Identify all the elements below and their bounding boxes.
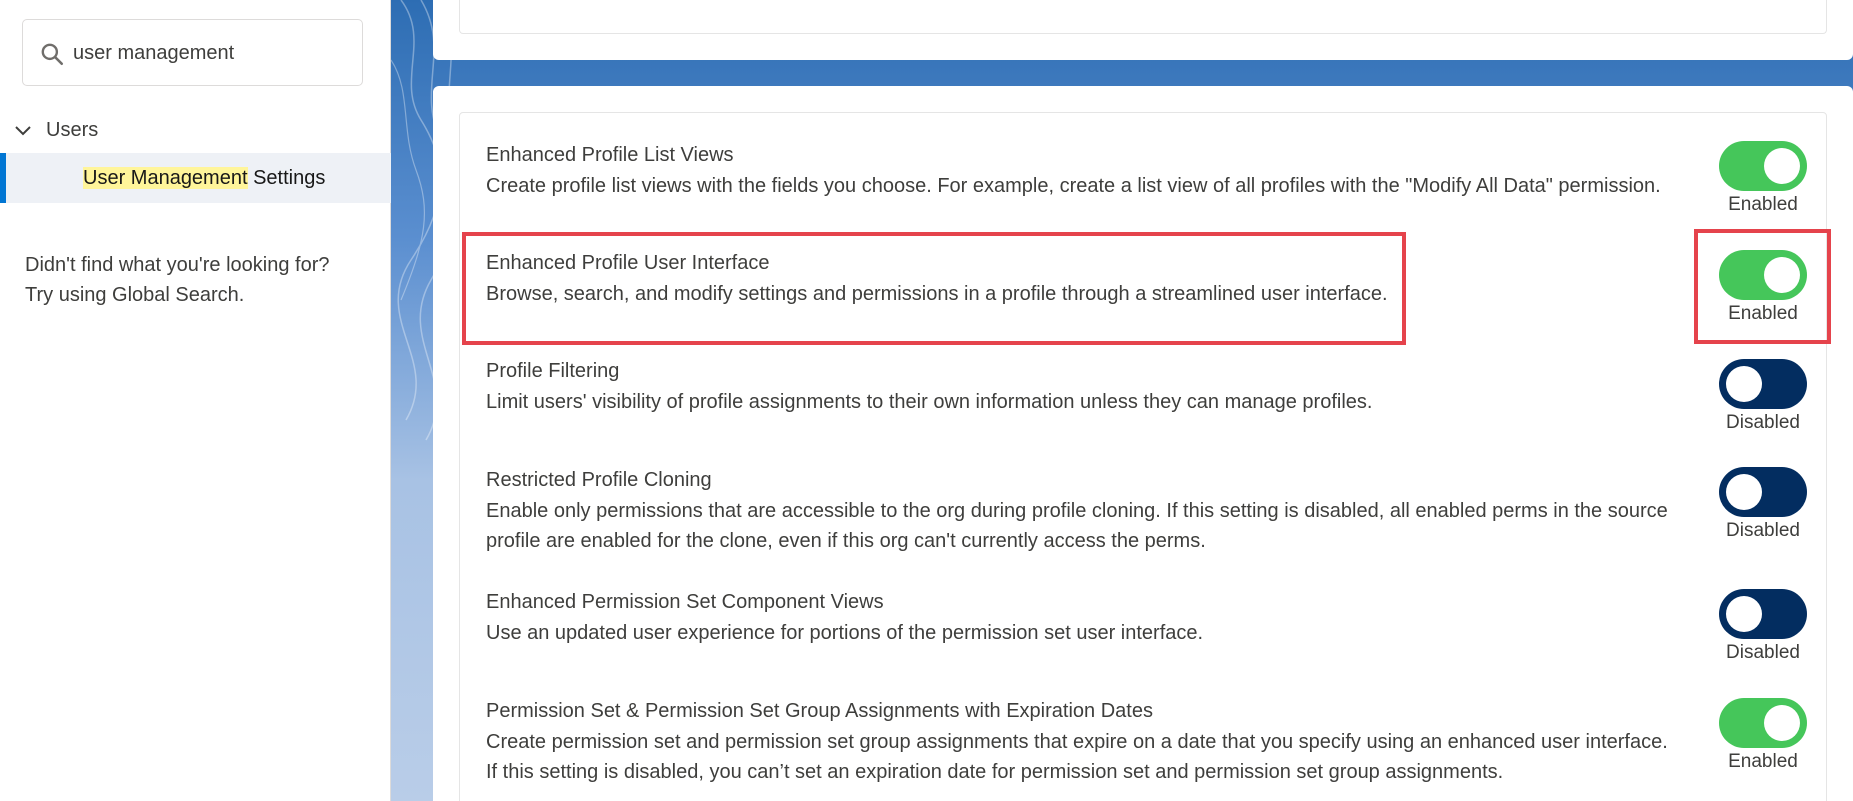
quick-find-box[interactable]	[22, 19, 363, 86]
setting-title: Enhanced Permission Set Component Views	[486, 591, 884, 613]
setting-title: Permission Set & Permission Set Group As…	[486, 700, 1153, 722]
setting-title: Profile Filtering	[486, 360, 620, 382]
toggle-group-enhanced-profile-list-views: Enabled	[1718, 141, 1808, 217]
setup-sidebar: Users User Management Settings Didn't fi…	[0, 0, 391, 801]
help-line-2: Try using Global Search.	[25, 284, 245, 306]
toggle-knob	[1726, 596, 1762, 632]
setting-title: Restricted Profile Cloning	[486, 469, 712, 491]
toggle-switch-enhanced-profile-user-interface[interactable]	[1719, 250, 1807, 300]
setting-row-profile-filtering: Profile Filtering Limit users' visibilit…	[486, 357, 1826, 417]
toggle-group-enhanced-profile-user-interface: Enabled	[1718, 250, 1808, 326]
toggle-group-permission-set-expiration-dates: Enabled	[1718, 698, 1808, 774]
setting-description-line-2: profile are enabled for the clone, even …	[486, 530, 1206, 552]
help-line-1: Didn't find what you're looking for?	[25, 254, 330, 276]
setting-title: Enhanced Profile List Views	[486, 144, 734, 166]
toggle-knob	[1726, 366, 1762, 402]
tree-item-user-management-settings[interactable]: User Management Settings	[0, 153, 391, 203]
setting-description-line-2: If this setting is disabled, you can’t s…	[486, 761, 1504, 783]
toggle-switch-permission-set-expiration-dates[interactable]	[1719, 698, 1807, 748]
setting-description-line-1: Create permission set and permission set…	[486, 731, 1668, 753]
setting-description: Limit users' visibility of profile assig…	[486, 391, 1373, 413]
toggle-status-label: Enabled	[1728, 303, 1798, 324]
toggle-knob	[1764, 705, 1800, 741]
toggle-status-label: Disabled	[1726, 412, 1800, 433]
chevron-down-icon[interactable]	[14, 122, 32, 140]
setting-row-permission-set-expiration-dates: Permission Set & Permission Set Group As…	[486, 697, 1826, 787]
quick-find-input[interactable]	[73, 34, 353, 72]
search-match-highlight: User Management	[83, 167, 248, 189]
setting-description: Create permission set and permission set…	[486, 727, 1826, 787]
setting-description: Enable only permissions that are accessi…	[486, 496, 1826, 556]
toggle-knob	[1726, 474, 1762, 510]
search-icon	[41, 43, 64, 66]
setting-description-line-1: Enable only permissions that are accessi…	[486, 500, 1668, 522]
toggle-group-enhanced-permission-set-component-views: Disabled	[1718, 589, 1808, 665]
tree-item-label-rest: Settings	[247, 167, 326, 189]
setting-title: Enhanced Profile User Interface	[486, 252, 770, 274]
tree-node-label: Users	[46, 119, 99, 141]
toggle-switch-profile-filtering[interactable]	[1719, 359, 1807, 409]
toggle-switch-restricted-profile-cloning[interactable]	[1719, 467, 1807, 517]
tree-node-users[interactable]: Users	[0, 110, 391, 150]
toggle-group-restricted-profile-cloning: Disabled	[1718, 467, 1808, 543]
toggle-knob	[1764, 148, 1800, 184]
toggle-knob	[1764, 257, 1800, 293]
toggle-switch-enhanced-profile-list-views[interactable]	[1719, 141, 1807, 191]
tree-item-label: User Management Settings	[83, 167, 325, 190]
toggle-status-label: Enabled	[1728, 194, 1798, 215]
setting-row-enhanced-permission-set-component-views: Enhanced Permission Set Component Views …	[486, 588, 1826, 648]
setting-description: Create profile list views with the field…	[486, 175, 1661, 197]
toggle-status-label: Disabled	[1726, 520, 1800, 541]
previous-setting-row	[459, 0, 1827, 34]
toggle-switch-enhanced-permission-set-component-views[interactable]	[1719, 589, 1807, 639]
toggle-status-label: Disabled	[1726, 642, 1800, 663]
setting-description: Browse, search, and modify settings and …	[486, 283, 1388, 305]
toggle-status-label: Enabled	[1728, 751, 1798, 772]
search-help-text: Didn't find what you're looking for? Try…	[25, 250, 365, 310]
setting-row-enhanced-profile-user-interface: Enhanced Profile User Interface Browse, …	[486, 249, 1826, 309]
setting-row-enhanced-profile-list-views: Enhanced Profile List Views Create profi…	[486, 141, 1826, 201]
setting-description: Use an updated user experience for porti…	[486, 622, 1204, 644]
toggle-group-profile-filtering: Disabled	[1718, 359, 1808, 435]
setting-row-restricted-profile-cloning: Restricted Profile Cloning Enable only p…	[486, 466, 1826, 556]
previous-settings-card	[433, 0, 1853, 60]
